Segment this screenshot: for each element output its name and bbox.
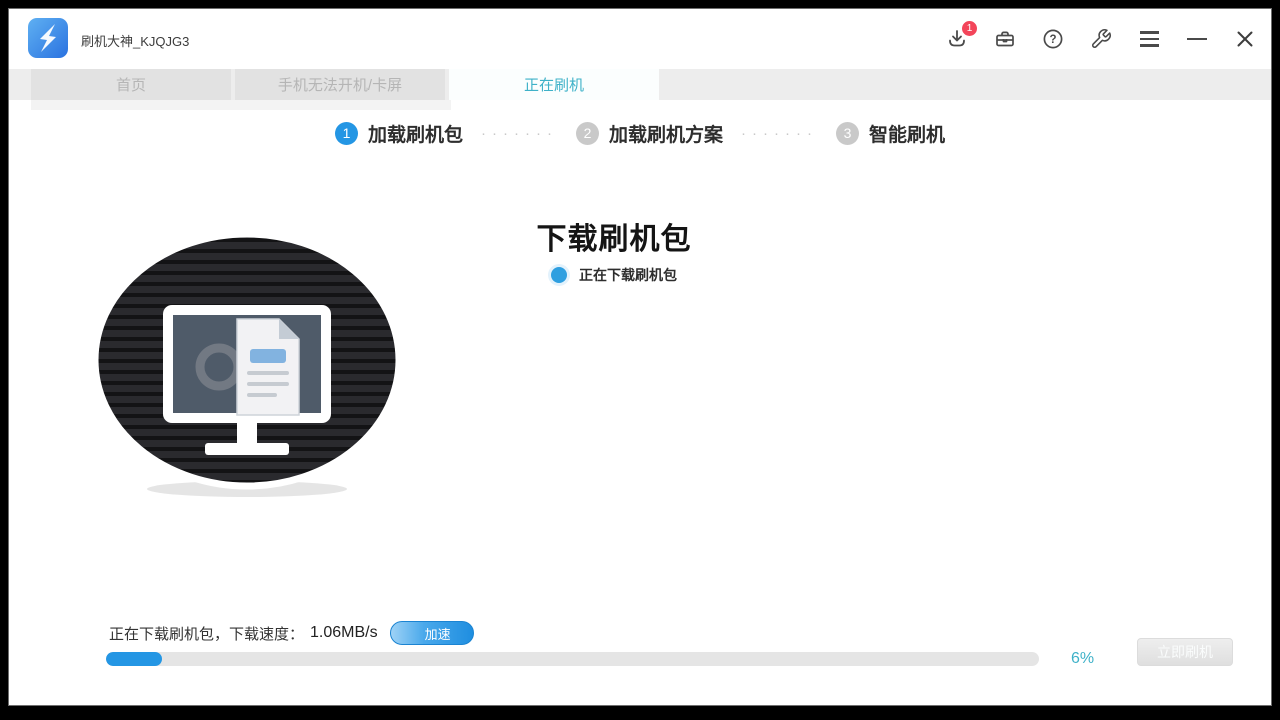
status-text: 正在下载刷机包 bbox=[579, 265, 677, 285]
step-number-badge: 2 bbox=[576, 122, 599, 145]
tab-cannot-boot[interactable]: 手机无法开机/卡屏 bbox=[235, 69, 445, 100]
svg-text:?: ? bbox=[1049, 34, 1056, 46]
help-icon[interactable]: ? bbox=[1041, 27, 1065, 51]
close-icon[interactable] bbox=[1233, 27, 1257, 51]
download-speed-label: 正在下载刷机包，下载速度： bbox=[109, 623, 304, 644]
download-icon[interactable]: 1 bbox=[945, 27, 969, 51]
tab-strip: 首页 手机无法开机/卡屏 正在刷机 bbox=[9, 69, 1271, 100]
window-title: 刷机大神_KJQJG3 bbox=[81, 31, 189, 50]
toolbox-icon[interactable] bbox=[993, 27, 1017, 51]
progress-percent: 6% bbox=[1071, 650, 1094, 668]
download-status-row: 正在下载刷机包 bbox=[389, 265, 839, 285]
flash-now-button[interactable]: 立即刷机 bbox=[1137, 638, 1233, 666]
download-badge: 1 bbox=[962, 21, 977, 36]
progress-bar bbox=[106, 652, 1039, 666]
menu-icon[interactable] bbox=[1137, 27, 1161, 51]
progress-bar-fill bbox=[106, 652, 162, 666]
download-illustration bbox=[87, 227, 407, 502]
titlebar: 刷机大神_KJQJG3 1 ? bbox=[9, 9, 1271, 69]
wizard-steps: 1 加载刷机包 ······· 2 加载刷机方案 ······· 3 智能刷机 bbox=[9, 115, 1271, 151]
step-smart-flash: 3 智能刷机 bbox=[836, 120, 945, 147]
step-number-badge: 3 bbox=[836, 122, 859, 145]
step-separator: ······· bbox=[741, 125, 818, 142]
boost-button[interactable]: 加速 bbox=[390, 621, 474, 645]
page-title: 下载刷机包 bbox=[389, 214, 839, 258]
step-number-badge: 1 bbox=[335, 122, 358, 145]
app-window: 刷机大神_KJQJG3 1 ? bbox=[8, 8, 1272, 706]
step-load-package: 1 加载刷机包 bbox=[335, 120, 463, 147]
step-load-plan: 2 加载刷机方案 bbox=[576, 120, 723, 147]
tab-home[interactable]: 首页 bbox=[31, 69, 231, 100]
tabstrip-shadow bbox=[31, 100, 451, 110]
status-dot-icon bbox=[551, 267, 567, 283]
app-logo-icon bbox=[27, 17, 69, 59]
tab-flashing[interactable]: 正在刷机 bbox=[449, 69, 659, 100]
download-speed-value: 1.06MB/s bbox=[310, 624, 378, 642]
footer-status-line: 正在下载刷机包，下载速度： 1.06MB/s 加速 bbox=[109, 621, 474, 645]
titlebar-icons: 1 ? bbox=[945, 9, 1257, 69]
wrench-icon[interactable] bbox=[1089, 27, 1113, 51]
minimize-icon[interactable] bbox=[1185, 27, 1209, 51]
step-separator: ······· bbox=[481, 125, 558, 142]
